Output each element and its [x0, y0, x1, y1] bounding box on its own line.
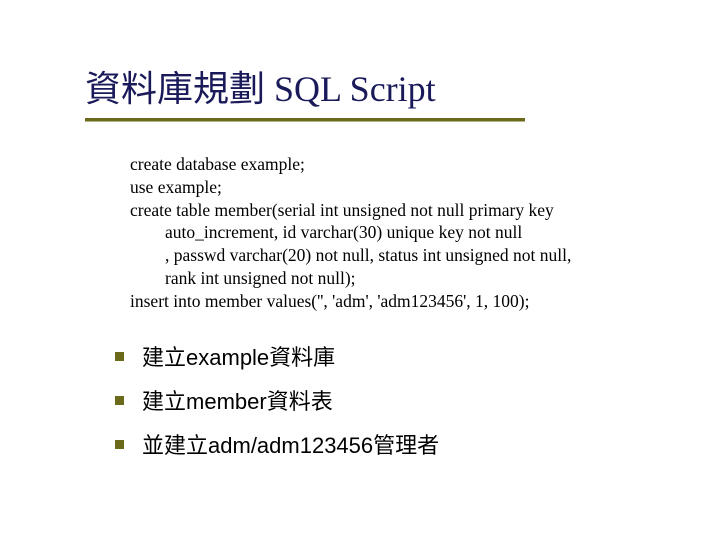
bullet-list: 建立example資料庫 建立member資料表 並建立adm/adm12345…: [115, 340, 720, 460]
code-line: rank int unsigned not null);: [130, 268, 356, 288]
list-item: 並建立adm/adm123456管理者: [115, 428, 720, 460]
bullet-text: 建立example資料庫: [142, 340, 335, 372]
list-item: 建立member資料表: [115, 384, 720, 416]
square-bullet-icon: [115, 352, 124, 361]
title-underline: [85, 118, 525, 121]
code-line: insert into member values('', 'adm', 'ad…: [130, 291, 529, 311]
bullet-text: 建立member資料表: [142, 384, 333, 416]
list-item: 建立example資料庫: [115, 340, 720, 372]
sql-code-block: create database example; use example; cr…: [130, 153, 720, 312]
code-line: auto_increment, id varchar(30) unique ke…: [130, 222, 522, 242]
square-bullet-icon: [115, 396, 124, 405]
code-line: create table member(serial int unsigned …: [130, 200, 554, 220]
code-line: create database example;: [130, 154, 305, 174]
bullet-text: 並建立adm/adm123456管理者: [142, 428, 439, 460]
code-line: , passwd varchar(20) not null, status in…: [130, 245, 571, 265]
code-line: use example;: [130, 177, 222, 197]
square-bullet-icon: [115, 440, 124, 449]
slide-title: 資料庫規劃 SQL Script: [85, 60, 720, 112]
